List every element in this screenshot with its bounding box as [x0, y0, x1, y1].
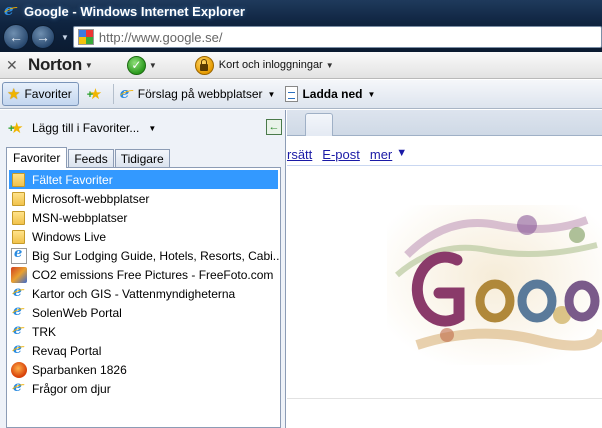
browser-chrome: Google - Windows Internet Explorer ← → ▼… — [0, 0, 602, 52]
translate-link[interactable]: rsätt — [287, 147, 312, 162]
identity-safe-label[interactable]: Kort och inloggningar — [219, 59, 323, 71]
title-bar: Google - Windows Internet Explorer — [0, 0, 602, 22]
list-item[interactable]: MSN-webbplatser — [7, 208, 280, 227]
ie-icon — [11, 284, 27, 302]
add-to-favorites-button[interactable]: ★ + Lägg till i Favoriter... ▼ — [8, 119, 157, 137]
list-item[interactable]: SolenWeb Portal — [7, 303, 280, 322]
list-item-label: CO2 emissions Free Pictures - FreeFoto.c… — [32, 267, 274, 282]
downloads-button[interactable]: Ladda ned — [302, 87, 362, 101]
list-item-label: Frågor om djur — [32, 381, 111, 396]
ie-icon — [11, 379, 27, 397]
folder-icon — [12, 191, 25, 206]
list-item[interactable]: Sparbanken 1826 — [7, 360, 280, 379]
ie-icon — [120, 84, 134, 102]
ie-icon — [11, 341, 27, 359]
list-item[interactable]: Big Sur Lodging Guide, Hotels, Resorts, … — [7, 246, 280, 265]
chevron-down-icon: ▼ — [267, 89, 276, 99]
toolbar-divider — [112, 84, 114, 104]
sparbanken-icon — [11, 361, 27, 378]
norton-dropdown-icon[interactable]: ▼ — [85, 61, 93, 70]
tab-history[interactable]: Tidigare — [114, 149, 170, 167]
divider — [287, 398, 602, 399]
forward-button[interactable]: → — [31, 25, 55, 49]
star-icon: ★ — [7, 86, 21, 103]
window-title: Google - Windows Internet Explorer — [24, 3, 245, 19]
list-item-label: Windows Live — [32, 229, 107, 244]
page-icon — [285, 86, 299, 102]
identity-dropdown-icon[interactable]: ▼ — [326, 61, 334, 70]
navigation-row: ← → ▼ http://www.google.se/ — [0, 22, 602, 52]
close-icon[interactable]: ✕ — [6, 57, 22, 74]
ie-logo-icon — [4, 1, 18, 19]
pin-icon[interactable]: ← — [266, 119, 282, 135]
tab-favorites[interactable]: Favoriter — [6, 147, 68, 168]
favorites-list: Fältet Favoriter Microsoft-webbplatser M… — [7, 168, 280, 398]
favorites-center-header: ★ + Lägg till i Favoriter... ▼ ← — [0, 110, 286, 146]
more-link[interactable]: mer — [370, 147, 392, 162]
new-tab-button[interactable] — [305, 113, 333, 136]
add-to-favorites-bar-icon[interactable]: ★ + — [87, 85, 107, 103]
back-arrow-icon: ← — [9, 29, 23, 45]
list-item-label: TRK — [32, 324, 56, 339]
chevron-down-icon[interactable]: ▼ — [396, 147, 407, 162]
safe-web-dropdown-icon[interactable]: ▼ — [149, 61, 157, 70]
list-item[interactable]: Kartor och GIS - Vattenmyndigheterna — [7, 284, 280, 303]
list-item[interactable]: Frågor om djur — [7, 379, 280, 398]
list-item[interactable]: Revaq Portal — [7, 341, 280, 360]
history-dropdown-icon[interactable]: ▼ — [61, 33, 69, 42]
folder-icon — [12, 172, 25, 187]
freefoto-icon — [11, 266, 27, 283]
list-item-label: Sparbanken 1826 — [32, 362, 127, 377]
forward-arrow-icon: → — [36, 29, 50, 45]
add-to-favorites-label: Lägg till i Favoriter... — [32, 121, 140, 135]
google-favicon — [77, 29, 94, 45]
lock-icon[interactable] — [194, 55, 214, 75]
page-content: rsätt E-post mer ▼ — [287, 110, 602, 428]
list-item[interactable]: TRK — [7, 322, 280, 341]
email-link[interactable]: E-post — [322, 147, 360, 162]
back-button[interactable]: ← — [3, 24, 29, 50]
list-item-label: SolenWeb Portal — [32, 305, 122, 320]
divider — [287, 165, 602, 166]
suggested-sites-label: Förslag på webbplatser — [137, 87, 263, 101]
favorites-bar: ★ Favoriter ★+ Förslag på webbplatser ▼ … — [0, 80, 602, 109]
list-item[interactable]: Windows Live — [7, 227, 280, 246]
browser-tab-strip — [287, 110, 602, 136]
google-top-links: rsätt E-post mer ▼ — [287, 147, 407, 162]
ie-icon — [11, 322, 27, 340]
list-item-label: MSN-webbplatser — [32, 210, 128, 225]
folder-icon — [12, 229, 25, 244]
add-favorite-icon: ★ + — [8, 120, 24, 137]
list-item-label: Microsoft-webbplatser — [32, 191, 150, 206]
norton-logo[interactable]: Norton — [28, 55, 82, 75]
address-url[interactable]: http://www.google.se/ — [99, 30, 223, 45]
page-icon — [11, 246, 27, 264]
list-item-label: Big Sur Lodging Guide, Hotels, Resorts, … — [32, 248, 280, 263]
norton-toolbar: ✕ Norton ▼ ✓ ▼ Kort och inloggningar ▼ — [0, 52, 602, 79]
chevron-down-icon[interactable]: ▼ — [367, 90, 375, 99]
favorites-button[interactable]: ★ Favoriter — [2, 82, 79, 106]
ie-icon — [11, 303, 27, 321]
address-bar[interactable]: http://www.google.se/ — [72, 26, 602, 48]
favorites-tabs: Favoriter Feeds Tidigare — [6, 147, 171, 168]
checkmark-icon[interactable]: ✓ — [126, 55, 146, 75]
favorites-list-box: Fältet Favoriter Microsoft-webbplatser M… — [6, 167, 281, 428]
favorites-button-label: Favoriter — [24, 87, 72, 101]
list-item[interactable]: Fältet Favoriter — [9, 170, 278, 189]
list-item-label: Kartor och GIS - Vattenmyndigheterna — [32, 286, 236, 301]
suggested-sites-button[interactable]: Förslag på webbplatser ▼ — [120, 84, 276, 102]
google-doodle-logo[interactable] — [387, 205, 602, 365]
chevron-down-icon: ▼ — [148, 123, 157, 133]
favorites-center: ★ + Lägg till i Favoriter... ▼ ← Favorite… — [0, 110, 286, 428]
tab-feeds[interactable]: Feeds — [68, 149, 114, 167]
list-item-label: Revaq Portal — [32, 343, 102, 358]
list-item-label: Fältet Favoriter — [32, 172, 113, 187]
folder-icon — [12, 210, 25, 225]
list-item[interactable]: Microsoft-webbplatser — [7, 189, 280, 208]
list-item[interactable]: CO2 emissions Free Pictures - FreeFoto.c… — [7, 265, 280, 284]
